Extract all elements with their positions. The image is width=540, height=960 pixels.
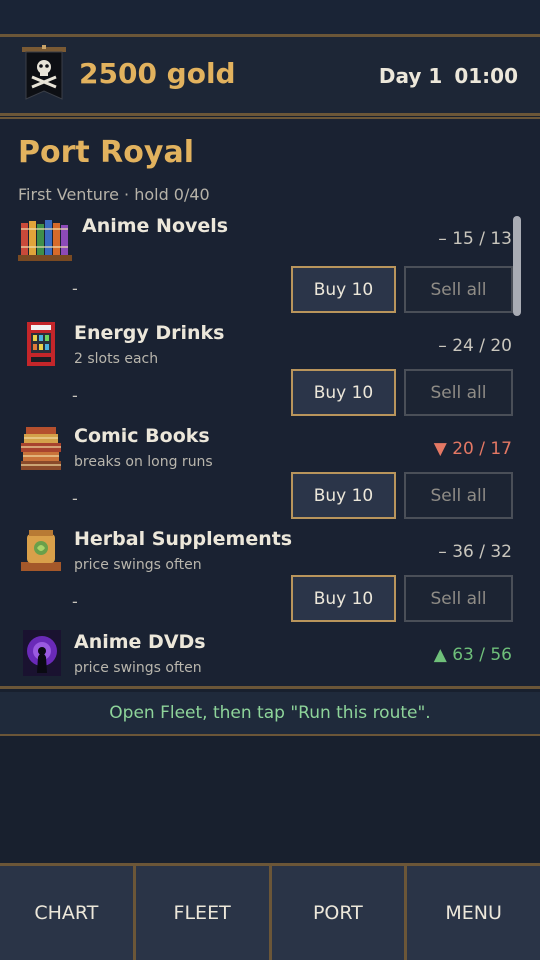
item-price: – 36 / 32 [438,542,512,562]
bottom-nav: CHART FLEET PORT MENU [0,863,540,960]
buy-10-button[interactable]: Buy 10 [291,266,396,313]
item-note: 2 slots each [74,351,159,367]
comic-stack-icon [21,427,61,470]
time-label: 01:00 [454,64,518,88]
item-price-falling: ▼ 20 / 17 [433,439,512,459]
item-name: Herbal Supplements [74,528,293,550]
menu-tab[interactable]: MENU [407,866,540,960]
port-tab[interactable]: PORT [271,866,405,960]
item-price-rising: ▲ 63 / 56 [433,645,512,665]
item-price: – 15 / 13 [438,229,512,249]
chart-tab[interactable]: CHART [0,866,133,960]
game-clock: Day 1 01:00 [379,64,518,88]
item-name: Comic Books [74,425,210,447]
route-hint: Open Fleet, then tap "Run this route". [0,692,540,736]
sell-all-button[interactable]: Sell all [404,472,513,519]
item-name: Energy Drinks [74,322,225,344]
fleet-tab[interactable]: FLEET [135,866,269,960]
item-note: price swings often [74,557,202,573]
list-item: Energy Drinks 2 slots each – 24 / 20 - B… [0,322,540,425]
item-name: Anime DVDs [74,631,206,653]
status-strip [0,0,540,34]
buy-10-button[interactable]: Buy 10 [291,575,396,622]
list-item: Anime DVDs price swings often ▲ 63 / 56 [0,630,540,686]
sell-all-button[interactable]: Sell all [404,266,513,313]
item-note: breaks on long runs [74,454,213,470]
sell-all-button[interactable]: Sell all [404,369,513,416]
item-price: – 24 / 20 [438,336,512,356]
books-icon [18,220,72,261]
buy-10-button[interactable]: Buy 10 [291,472,396,519]
list-item: Herbal Supplements price swings often – … [0,528,540,631]
gold-amount: 2500 gold [79,57,236,90]
market-panel[interactable]: Port Royal First Venture · hold 0/40 Ani… [0,117,540,689]
pirate-flag-icon [22,45,66,100]
dvd-icon [23,630,61,676]
buy-10-button[interactable]: Buy 10 [291,369,396,416]
list-item: Comic Books breaks on long runs ▼ 20 / 1… [0,425,540,528]
herb-jar-icon [21,530,61,571]
item-name: Anime Novels [82,215,229,237]
header-bar: 2500 gold Day 1 01:00 [0,34,540,116]
vending-machine-icon [27,322,55,366]
held-quantity: - [72,592,78,611]
port-title: Port Royal [18,135,194,170]
held-quantity: - [72,489,78,508]
item-note: price swings often [74,660,202,676]
day-label: Day 1 [378,64,443,88]
list-item: Anime Novels – 15 / 13 - Buy 10 Sell all [0,215,540,318]
venture-subtitle: First Venture · hold 0/40 [18,185,210,204]
held-quantity: - [72,279,78,298]
held-quantity: - [72,386,78,405]
sell-all-button[interactable]: Sell all [404,575,513,622]
